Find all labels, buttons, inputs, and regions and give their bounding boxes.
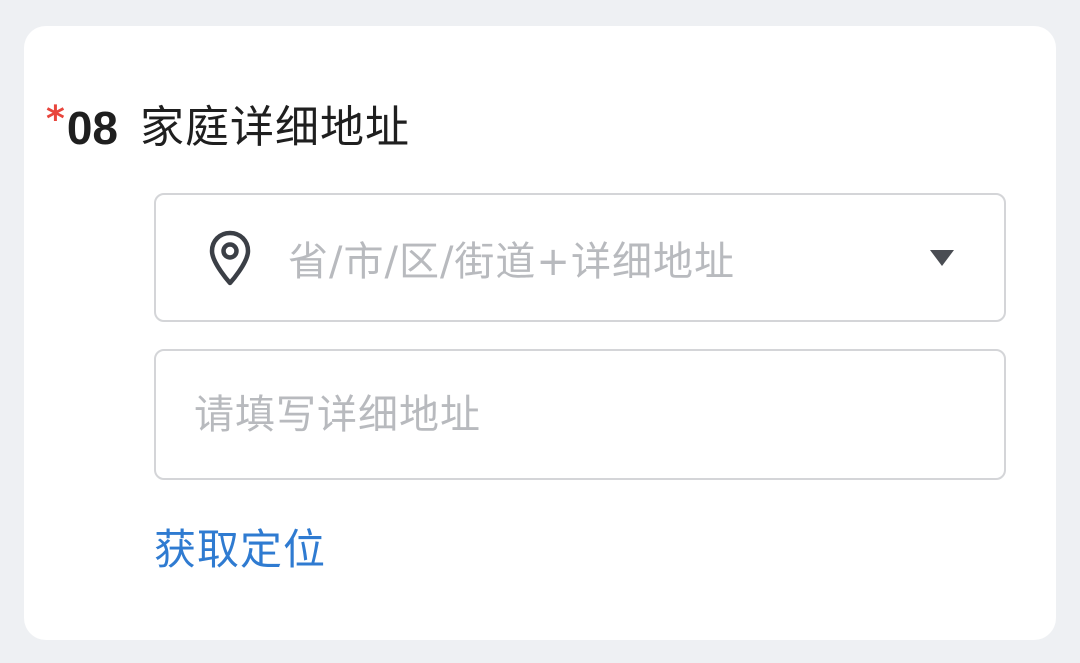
question-card: * 08 家庭详细地址 省/市/区/街道+详细地址 获取定位 [24,26,1056,640]
get-location-link[interactable]: 获取定位 [154,520,326,580]
region-address-select[interactable]: 省/市/区/街道+详细地址 [154,193,1006,322]
question-number: 08 [66,102,118,154]
location-pin-icon [204,228,256,288]
region-address-placeholder: 省/市/区/街道+详细地址 [288,238,735,285]
required-mark: * [46,99,65,140]
question-title: 家庭详细地址 [140,102,410,153]
question-header: * 08 家庭详细地址 [46,98,410,158]
triangle-down-icon [928,246,956,270]
detail-address-input[interactable] [154,349,1006,480]
